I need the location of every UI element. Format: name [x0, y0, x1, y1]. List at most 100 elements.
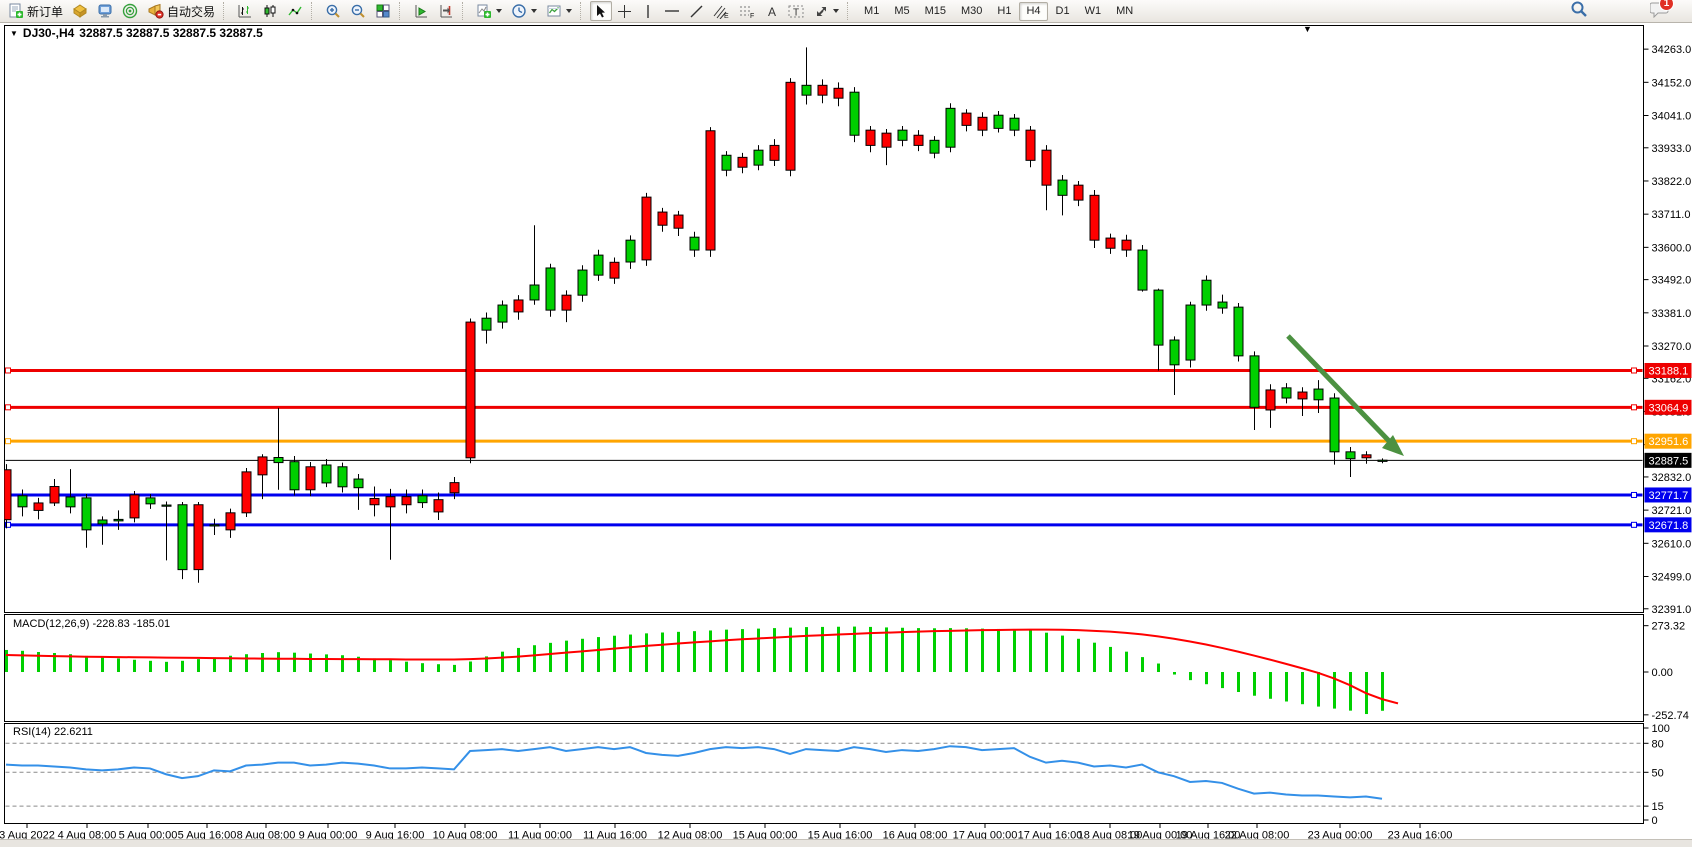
- terminal-button[interactable]: [93, 1, 117, 21]
- price-tag-label: 32951.6: [1649, 436, 1689, 448]
- cursor-tool-button[interactable]: [590, 1, 612, 21]
- candle: [338, 467, 347, 487]
- channel-tool-button[interactable]: E: [709, 1, 734, 21]
- timeframe-button-D1[interactable]: D1: [1049, 2, 1077, 21]
- arrows-tool-button[interactable]: [810, 1, 843, 21]
- candle: [322, 465, 331, 483]
- timeframe-button-W1[interactable]: W1: [1078, 2, 1109, 21]
- timeframe-button-H1[interactable]: H1: [990, 2, 1018, 21]
- collapse-triangle-icon[interactable]: ▼: [10, 29, 18, 38]
- price-tick-label: 33822.0: [1652, 176, 1692, 188]
- auto-trading-label: 自动交易: [167, 3, 215, 20]
- timeframe-button-H4[interactable]: H4: [1019, 2, 1047, 21]
- vertical-line-icon: [643, 4, 653, 19]
- timeframe-button-M1[interactable]: M1: [857, 2, 886, 21]
- candle: [1266, 390, 1275, 410]
- chevron-down-icon: [531, 9, 537, 13]
- chart-menu-arrow-icon[interactable]: ▼: [1303, 24, 1312, 34]
- timeframe-button-M30[interactable]: M30: [954, 2, 989, 21]
- zoom-in-icon: [325, 3, 341, 19]
- line-anchor-marker[interactable]: [1632, 405, 1637, 410]
- candle: [18, 496, 27, 507]
- horizontal-line-tool-button[interactable]: [660, 1, 684, 21]
- macd-tick-label: 273.32: [1652, 621, 1686, 633]
- templates-button[interactable]: [542, 1, 576, 21]
- line-anchor-marker[interactable]: [1632, 368, 1637, 373]
- text-tool-button[interactable]: A: [761, 1, 783, 21]
- candle: [706, 131, 715, 250]
- chevron-down-icon: [566, 9, 572, 13]
- price-tick-label: 32721.0: [1652, 505, 1692, 517]
- crosshair-tool-button[interactable]: [613, 1, 636, 21]
- bar-chart-mode-button[interactable]: [233, 1, 257, 21]
- strategy-tester-button[interactable]: [118, 1, 142, 21]
- zoom-out-button[interactable]: [346, 1, 370, 21]
- price-tag-label: 32771.7: [1649, 490, 1689, 502]
- candle-chart-mode-button[interactable]: [258, 1, 282, 21]
- periods-button[interactable]: [507, 1, 541, 21]
- timeframe-group: M1M5M15M30H1H4D1W1MN: [857, 2, 1140, 21]
- price-tag-label: 33188.1: [1649, 365, 1689, 377]
- tile-windows-button[interactable]: [371, 1, 395, 21]
- indicators-button[interactable]: [472, 1, 506, 21]
- candle: [162, 505, 171, 506]
- macd-tick-label: -252.74: [1652, 710, 1689, 722]
- candle: [418, 496, 427, 503]
- zoom-in-button[interactable]: [321, 1, 345, 21]
- price-tick-label: 33381.0: [1652, 308, 1692, 320]
- vertical-line-tool-button[interactable]: [637, 1, 659, 21]
- line-anchor-marker[interactable]: [6, 439, 11, 444]
- candle: [1234, 307, 1243, 356]
- price-tick-label: 33492.0: [1652, 275, 1692, 287]
- rsi-panel-frame: [5, 724, 1644, 824]
- toolbar-separator: [399, 2, 405, 20]
- search-icon[interactable]: [1570, 0, 1588, 23]
- tile-windows-icon: [375, 3, 391, 19]
- candle: [1362, 455, 1371, 458]
- line-anchor-marker[interactable]: [6, 405, 11, 410]
- candle: [514, 300, 523, 312]
- timeframe-button-MN[interactable]: MN: [1109, 2, 1140, 21]
- candle: [802, 85, 811, 95]
- candle: [274, 458, 283, 463]
- price-tick-label: 32610.0: [1652, 538, 1692, 550]
- candle: [466, 322, 475, 458]
- new-order-icon: [8, 3, 24, 19]
- toolbar-separator: [847, 2, 853, 20]
- price-tag-label: 33064.9: [1649, 402, 1689, 414]
- notifications-button[interactable]: 1: [1650, 0, 1670, 23]
- candle: [610, 262, 619, 278]
- new-order-button[interactable]: 新订单: [4, 1, 67, 21]
- auto-scroll-button[interactable]: [409, 1, 433, 21]
- line-anchor-marker[interactable]: [1632, 522, 1637, 527]
- horizontal-line-icon: [664, 6, 680, 16]
- candle: [898, 130, 907, 140]
- timeframe-button-M5[interactable]: M5: [887, 2, 916, 21]
- candle: [130, 495, 139, 518]
- trendline-tool-button[interactable]: [685, 1, 708, 21]
- rsi-tick-label: 0: [1652, 815, 1658, 827]
- chart-shift-button[interactable]: [434, 1, 458, 21]
- line-anchor-marker[interactable]: [1632, 492, 1637, 497]
- chart-canvas[interactable]: 34263.034152.034041.033933.033822.033711…: [0, 23, 1692, 846]
- candle: [946, 108, 955, 147]
- fibonacci-tool-button[interactable]: F: [735, 1, 760, 21]
- megaphone-icon: [147, 3, 164, 19]
- market-watch-button[interactable]: [68, 1, 92, 21]
- auto-trading-button[interactable]: 自动交易: [143, 1, 219, 21]
- candle: [370, 498, 379, 504]
- macd-tick-label: 0.00: [1652, 667, 1673, 679]
- line-anchor-marker[interactable]: [6, 368, 11, 373]
- candle: [258, 457, 267, 475]
- candle: [626, 240, 635, 262]
- text-label-tool-button[interactable]: T: [784, 1, 809, 21]
- line-anchor-marker[interactable]: [1632, 439, 1637, 444]
- candle: [1330, 398, 1339, 452]
- line-chart-mode-button[interactable]: [283, 1, 307, 21]
- text-icon: A: [766, 4, 779, 19]
- price-axis[interactable]: 34263.034152.034041.033933.033822.033711…: [1644, 44, 1692, 827]
- candle: [562, 295, 571, 310]
- candle: [818, 85, 827, 95]
- timeframe-button-M15[interactable]: M15: [918, 2, 953, 21]
- candle: [786, 82, 795, 170]
